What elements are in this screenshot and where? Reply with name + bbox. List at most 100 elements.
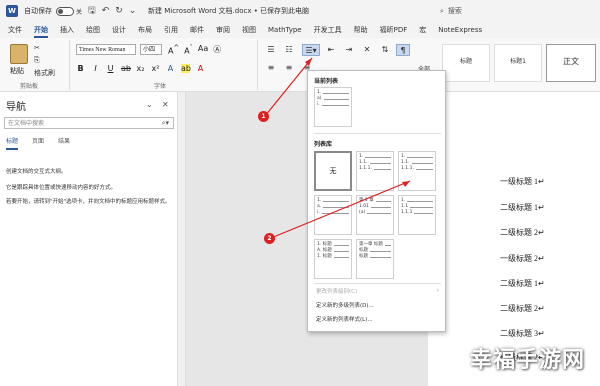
submenu-arrow-icon: › — [436, 287, 439, 294]
ribbon-tabs: 文件 开始 插入 绘图 设计 布局 引用 邮件 审阅 视图 MathType 开… — [0, 22, 600, 38]
chinese-layout-icon[interactable]: ✕ — [360, 44, 374, 56]
change-list-level-item: 更改列表级别(C) — [316, 289, 358, 295]
underline-icon[interactable]: U — [106, 64, 115, 73]
search-box[interactable]: ⌕ 搜索 — [440, 4, 526, 18]
tab-help[interactable]: 帮助 — [354, 22, 368, 38]
autosave-state: 关 — [76, 8, 83, 16]
watermark: 幸福手游网 — [470, 348, 586, 373]
search-icon: ⌕ — [440, 6, 444, 15]
tab-insert[interactable]: 插入 — [60, 22, 74, 38]
save-icon[interactable]: 🖫 — [88, 3, 96, 19]
autosave-toggle[interactable] — [56, 6, 74, 16]
nav-close-icon[interactable]: ✕ — [162, 100, 169, 109]
change-case-icon[interactable]: Aa — [198, 44, 208, 56]
doc-heading[interactable]: 二级标题 3↵ — [500, 328, 545, 339]
doc-heading[interactable]: 一级标题 2↵ — [500, 253, 545, 264]
font-group-label: 字体 — [154, 83, 167, 90]
tab-home[interactable]: 开始 — [34, 22, 48, 38]
multilevel-list-dropdown: 当前列表 1. a) i. 列表库 无 1. 1.1. 1.1.1. 1. 1.… — [307, 70, 446, 332]
list-style-none-label: 无 — [329, 167, 337, 175]
show-marks-icon[interactable]: ¶ — [396, 44, 410, 56]
tab-layout[interactable]: 布局 — [138, 22, 152, 38]
tab-mailings[interactable]: 邮件 — [190, 22, 204, 38]
nav-options-icon[interactable]: ⌄ — [146, 100, 153, 109]
list-style-thumb[interactable]: 1. 标题 A. 标题 1. 标题 — [314, 239, 352, 279]
cut-icon[interactable]: ✂ — [34, 44, 40, 52]
thumb-level: 标题 — [359, 254, 391, 260]
vertical-ruler — [178, 92, 186, 386]
tab-references[interactable]: 引用 — [164, 22, 178, 38]
clipboard-group-label: 剪贴板 — [20, 83, 39, 90]
format-painter-button[interactable]: 格式刷 — [34, 68, 55, 78]
font-size-controls: A^ Aˇ Aa Ⓐ — [168, 44, 221, 56]
doc-heading[interactable]: 一级标题 1↵ — [500, 176, 545, 187]
text-effects-icon[interactable]: A — [166, 64, 175, 73]
highlight-icon[interactable]: ab — [181, 64, 191, 73]
undo-icon[interactable]: ↶ — [102, 6, 110, 16]
font-name-select[interactable]: Times New Roman — [76, 44, 136, 55]
list-style-none[interactable]: 无 — [314, 151, 352, 191]
tab-noteexpress[interactable]: NoteExpress — [438, 22, 482, 38]
list-library-heading: 列表库 — [314, 141, 333, 148]
shrink-font-icon[interactable]: Aˇ — [184, 44, 193, 56]
sort-icon[interactable]: ⇅ — [378, 44, 392, 56]
grow-font-icon[interactable]: A^ — [168, 44, 179, 56]
tab-draw[interactable]: 绘图 — [86, 22, 100, 38]
style-normal[interactable]: 正文 — [546, 44, 596, 82]
customize-toolbar-icon[interactable]: ⌄ — [129, 6, 137, 16]
define-list-style-item[interactable]: 定义新的列表样式(L)... — [316, 315, 373, 323]
tab-macro[interactable]: 宏 — [419, 22, 426, 38]
align-center-icon[interactable]: ≡ — [282, 62, 296, 74]
current-list-thumb[interactable]: 1. a) i. — [314, 87, 352, 127]
list-style-thumb[interactable]: 1. 1.1. 1.1.1. — [356, 151, 394, 191]
doc-heading[interactable]: 二级标题 1↵ — [500, 202, 545, 213]
doc-heading[interactable]: 二级标题 1↵ — [500, 278, 545, 289]
style-heading-1[interactable]: 标题1 — [494, 44, 542, 82]
list-style-thumb[interactable]: 第一章 标题 标题 标题 — [356, 239, 394, 279]
list-style-thumb[interactable]: 1. a. i. — [314, 195, 352, 235]
superscript-icon[interactable]: x² — [151, 64, 160, 73]
nav-tab-pages[interactable]: 页面 — [32, 136, 44, 150]
paste-icon[interactable] — [10, 44, 28, 64]
style-title[interactable]: 标题 — [442, 44, 490, 82]
tab-file[interactable]: 文件 — [8, 22, 22, 38]
redo-icon[interactable]: ↻ — [115, 6, 123, 16]
paste-button-label[interactable]: 粘贴 — [10, 66, 24, 76]
multilevel-list-button[interactable]: ☰▾ — [302, 44, 320, 56]
tab-review[interactable]: 审阅 — [216, 22, 230, 38]
italic-icon[interactable]: I — [91, 64, 100, 73]
nav-search-input[interactable]: 在文档中搜索 ⌕▾ — [4, 117, 174, 129]
copy-icon[interactable]: ⎘ — [34, 56, 40, 65]
tab-foxit-pdf[interactable]: 福昕PDF — [380, 22, 408, 38]
clear-format-icon[interactable]: Ⓐ — [213, 44, 221, 56]
tab-design[interactable]: 设计 — [112, 22, 126, 38]
subscript-icon[interactable]: x₂ — [136, 64, 145, 73]
list-style-thumb[interactable]: 1. 1.1. 1.1.1. — [398, 151, 436, 191]
dropdown-divider — [314, 283, 441, 284]
bullets-icon[interactable]: ☰ — [264, 44, 278, 56]
search-placeholder: 搜索 — [447, 7, 462, 15]
decrease-indent-icon[interactable]: ⇤ — [324, 44, 338, 56]
increase-indent-icon[interactable]: ⇥ — [342, 44, 356, 56]
align-left-icon[interactable]: ≡ — [264, 62, 278, 74]
strikethrough-icon[interactable]: ab — [121, 64, 131, 73]
font-color-icon[interactable]: A — [196, 64, 205, 73]
list-style-thumb[interactable]: 第 1 章 1.01 (a) — [356, 195, 394, 235]
nav-tab-results[interactable]: 结果 — [58, 136, 70, 150]
tab-mathtype[interactable]: MathType — [268, 22, 302, 38]
doc-heading[interactable]: 二级标题 2↵ — [500, 303, 545, 314]
font-size-select[interactable]: 小四 — [140, 44, 162, 55]
current-list-heading: 当前列表 — [314, 78, 339, 85]
define-multilevel-list-item[interactable]: 定义新的多级列表(D)... — [316, 301, 374, 309]
bold-icon[interactable]: B — [76, 64, 85, 73]
list-style-thumb[interactable]: 1. 1.1 1.1.1 — [398, 195, 436, 235]
nav-tab-headings[interactable]: 标题 — [6, 136, 19, 150]
navigation-pane: 导航 ⌄ ✕ 在文档中搜索 ⌕▾ 标题 页面 结果 创建文档的交互式大纲。 它是… — [0, 92, 178, 386]
thumb-level: i. — [317, 102, 349, 108]
tab-developer[interactable]: 开发工具 — [314, 22, 342, 38]
tab-view[interactable]: 视图 — [242, 22, 256, 38]
numbering-icon[interactable]: ☷ — [282, 44, 296, 56]
nav-search-icon[interactable]: ⌕▾ — [162, 118, 169, 129]
nav-search-placeholder: 在文档中搜索 — [8, 120, 45, 127]
doc-heading[interactable]: 二级标题 2↵ — [500, 227, 545, 238]
